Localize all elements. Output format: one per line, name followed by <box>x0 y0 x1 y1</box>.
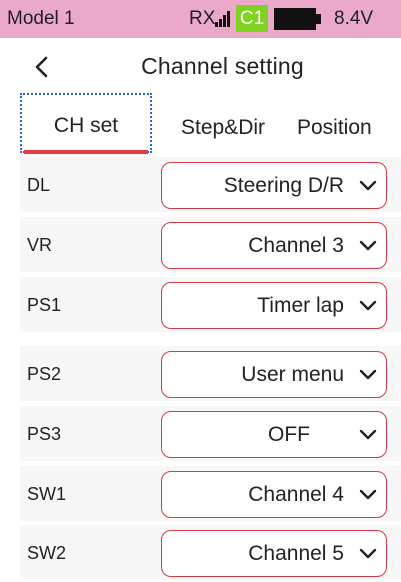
row-label: DL <box>27 175 51 195</box>
channel-badge: C1 <box>236 5 268 32</box>
tab-step-dir[interactable]: Step&Dir <box>160 93 286 153</box>
row-label: SW2 <box>27 543 67 563</box>
ps2-select[interactable]: User menu <box>161 351 387 398</box>
chevron-down-icon <box>359 240 377 251</box>
setting-row-ps2: PS2 User menu <box>20 346 401 402</box>
row-label: PS3 <box>27 424 62 444</box>
ps3-select[interactable]: OFF <box>161 411 387 458</box>
setting-row-sw1: SW1 Channel 4 <box>20 466 401 522</box>
select-value: Timer lap <box>257 294 344 317</box>
sw2-select[interactable]: Channel 5 <box>161 530 387 577</box>
sw1-select[interactable]: Channel 4 <box>161 471 387 518</box>
setting-row-sw2: SW2 Channel 5 <box>20 525 401 581</box>
chevron-down-icon <box>359 180 377 191</box>
rx-label: RX <box>189 8 216 29</box>
select-value: Channel 3 <box>248 234 344 257</box>
tab-label: CH set <box>53 114 119 137</box>
select-value: Channel 4 <box>248 483 344 506</box>
select-value: OFF <box>268 423 310 446</box>
model-name: Model 1 <box>7 8 75 29</box>
ps1-select[interactable]: Timer lap <box>161 282 387 329</box>
chevron-down-icon <box>359 548 377 559</box>
vr-select[interactable]: Channel 3 <box>161 222 387 269</box>
row-label: PS1 <box>27 295 62 315</box>
signal-strength-icon <box>215 11 231 27</box>
tab-label: Step&Dir <box>180 116 266 139</box>
chevron-down-icon <box>359 429 377 440</box>
row-label: VR <box>27 235 53 255</box>
dl-select[interactable]: Steering D/R <box>161 162 387 209</box>
tab-ch-set[interactable]: CH set <box>20 93 152 154</box>
chevron-down-icon <box>359 369 377 380</box>
chevron-down-icon <box>359 300 377 311</box>
setting-row-vr: VR Channel 3 <box>20 217 401 273</box>
battery-icon <box>274 8 322 30</box>
row-label: PS2 <box>27 364 62 384</box>
active-tab-indicator <box>24 150 148 154</box>
select-value: User menu <box>241 363 344 386</box>
select-value: Channel 5 <box>248 542 344 565</box>
select-value: Steering D/R <box>223 174 344 197</box>
chevron-down-icon <box>359 489 377 500</box>
page-title: Channel setting <box>141 53 304 79</box>
tab-bar: CH set Step&Dir Position <box>0 93 401 154</box>
battery-voltage: 8.4V <box>334 8 374 29</box>
setting-row-dl: DL Steering D/R <box>20 157 401 213</box>
row-label: SW1 <box>27 484 67 504</box>
tab-position[interactable]: Position <box>297 93 401 153</box>
setting-row-ps3: PS3 OFF <box>20 406 401 462</box>
tab-label: Position <box>297 116 372 139</box>
setting-row-ps1: PS1 Timer lap <box>20 277 401 333</box>
status-bar: Model 1 RX C1 8.4V <box>0 0 401 38</box>
